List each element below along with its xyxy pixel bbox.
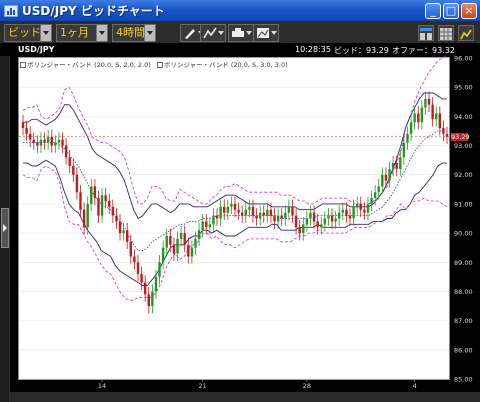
chevron-down-icon xyxy=(144,25,155,41)
chart-header: USD/JPY 10:28:35 ビッド：93.29 オファー：93.32 xyxy=(18,45,478,56)
chart-settings-button[interactable] xyxy=(253,24,279,42)
window-titlebar[interactable]: USD/JPY ビッドチャート _ □ × xyxy=(0,0,480,22)
chart-toolbar: ビッド 1ヶ月 4時間 xyxy=(0,22,480,44)
expand-panel-handle[interactable] xyxy=(1,208,9,248)
close-button[interactable]: × xyxy=(461,3,477,19)
checkbox-icon xyxy=(20,62,26,68)
chart-app-icon xyxy=(4,4,18,17)
offer-quote: オファー：93.32 xyxy=(392,46,455,55)
legend-item-bb2[interactable]: ボリンジャー・バンド (20.0, S, 2.0, 2.0) xyxy=(20,59,151,69)
maximize-button[interactable]: □ xyxy=(443,3,459,19)
checkbox-icon xyxy=(156,62,163,68)
chart-image-icon xyxy=(257,28,269,38)
chevron-down-icon xyxy=(217,25,225,41)
period-dropdown[interactable]: 1ヶ月 xyxy=(56,24,108,42)
quote-time: 10:28:35 xyxy=(295,45,331,54)
indicator-icon xyxy=(203,27,217,39)
bid-quote: ビッド：93.29 xyxy=(334,46,389,55)
plot-area[interactable] xyxy=(18,57,450,380)
indicator-legend: ボリンジャー・バンド (20.0, S, 2.0, 2.0) ボリンジャー・バン… xyxy=(20,59,288,69)
layout-icon[interactable] xyxy=(418,25,434,41)
price-type-dropdown[interactable]: ビッド xyxy=(4,24,52,42)
chevron-down-icon xyxy=(245,25,253,41)
chevron-down-icon xyxy=(96,25,107,41)
chart-type-icon[interactable] xyxy=(458,25,474,41)
chevron-down-icon xyxy=(40,25,51,41)
grid-icon[interactable] xyxy=(438,25,454,41)
horizontal-scrollbar[interactable] xyxy=(10,392,480,402)
minimize-button[interactable]: _ xyxy=(425,3,441,19)
print-button[interactable] xyxy=(228,24,254,42)
timeframe-value: 4時間 xyxy=(116,26,145,39)
timeframe-dropdown[interactable]: 4時間 xyxy=(112,24,156,42)
chevron-down-icon xyxy=(270,25,278,41)
current-price-badge: 93.29 xyxy=(451,132,470,141)
pencil-icon xyxy=(185,29,195,39)
indicator-button[interactable] xyxy=(200,24,226,42)
symbol-label: USD/JPY xyxy=(18,45,55,54)
left-panel-bar xyxy=(0,56,10,402)
window-title: USD/JPY ビッドチャート xyxy=(22,4,165,18)
printer-icon xyxy=(232,28,244,37)
price-type-value: ビッド xyxy=(8,26,41,39)
legend-item-bb3[interactable]: ボリンジャー・バンド (20.0, S, 3.0, 3.0) xyxy=(156,59,288,69)
period-value: 1ヶ月 xyxy=(60,26,89,39)
